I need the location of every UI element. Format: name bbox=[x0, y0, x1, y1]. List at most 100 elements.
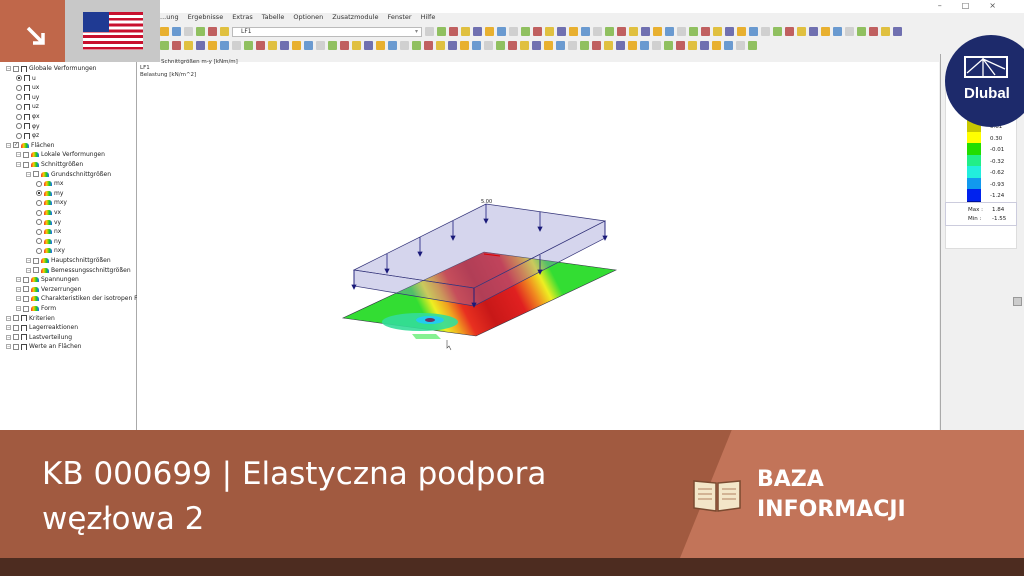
toolbar-button[interactable] bbox=[461, 27, 470, 36]
tree-item[interactable]: − Lagerreaktionen bbox=[6, 323, 78, 332]
toolbar-button[interactable] bbox=[533, 27, 542, 36]
toolbar-button[interactable] bbox=[436, 41, 445, 50]
toolbar-button[interactable] bbox=[545, 27, 554, 36]
toolbar-button[interactable] bbox=[376, 41, 385, 50]
toolbar-button[interactable] bbox=[640, 41, 649, 50]
toolbar-button[interactable] bbox=[509, 27, 518, 36]
toolbar-button[interactable] bbox=[677, 27, 686, 36]
toolbar-button[interactable] bbox=[364, 41, 373, 50]
toolbar-button[interactable] bbox=[689, 27, 698, 36]
toolbar-button[interactable] bbox=[749, 27, 758, 36]
tree-item[interactable]: vx bbox=[36, 208, 61, 217]
zoom-icon[interactable] bbox=[1013, 297, 1022, 306]
checkbox[interactable]: ✓ bbox=[13, 142, 19, 149]
tree-item[interactable]: − Bemessungsschnittgrößen bbox=[26, 266, 131, 275]
toolbar-button[interactable] bbox=[724, 41, 733, 50]
expand-icon[interactable]: − bbox=[16, 286, 21, 292]
toolbar-button[interactable] bbox=[604, 41, 613, 50]
expand-icon[interactable]: − bbox=[6, 344, 11, 350]
checkbox[interactable] bbox=[13, 334, 19, 341]
expand-icon[interactable]: − bbox=[26, 171, 31, 177]
toolbar-button[interactable] bbox=[160, 41, 169, 50]
toolbar-button[interactable] bbox=[580, 41, 589, 50]
checkbox[interactable] bbox=[23, 151, 29, 158]
toolbar-button[interactable] bbox=[280, 41, 289, 50]
toolbar-button[interactable] bbox=[208, 41, 217, 50]
toolbar-button[interactable] bbox=[184, 41, 193, 50]
tree-item[interactable]: vy bbox=[36, 218, 61, 227]
expand-icon[interactable]: − bbox=[16, 162, 21, 167]
expand-icon[interactable]: − bbox=[26, 267, 31, 273]
window-controls[interactable]: –□× bbox=[938, 1, 1016, 10]
toolbar-button[interactable] bbox=[593, 27, 602, 36]
toolbar-button[interactable] bbox=[521, 27, 530, 36]
tree-item[interactable]: − Form bbox=[16, 304, 56, 313]
checkbox[interactable] bbox=[13, 65, 19, 72]
expand-icon[interactable]: − bbox=[16, 306, 21, 311]
toolbar-button[interactable] bbox=[497, 27, 506, 36]
toolbar-button[interactable] bbox=[833, 27, 842, 36]
toolbar-button[interactable] bbox=[785, 27, 794, 36]
toolbar-button[interactable] bbox=[761, 27, 770, 36]
toolbar-button[interactable] bbox=[652, 41, 661, 50]
toolbar-button[interactable] bbox=[688, 41, 697, 50]
toolbar-button[interactable] bbox=[664, 41, 673, 50]
toolbar-button[interactable] bbox=[581, 27, 590, 36]
checkbox[interactable] bbox=[33, 257, 39, 264]
toolbar-button[interactable] bbox=[304, 41, 313, 50]
toolbar-button[interactable] bbox=[544, 41, 553, 50]
checkbox[interactable] bbox=[23, 161, 29, 168]
radio-button[interactable] bbox=[16, 75, 22, 82]
toolbar-button[interactable] bbox=[172, 27, 181, 36]
checkbox[interactable] bbox=[33, 267, 39, 274]
toolbar-button[interactable] bbox=[773, 27, 782, 36]
radio-button[interactable] bbox=[36, 209, 42, 216]
toolbar-button[interactable] bbox=[701, 27, 710, 36]
toolbar-button[interactable] bbox=[184, 27, 193, 36]
toolbar-button[interactable] bbox=[857, 27, 866, 36]
expand-icon[interactable]: − bbox=[16, 277, 21, 283]
toolbar-button[interactable] bbox=[388, 41, 397, 50]
loadcase-select[interactable]: LF1 ▾ bbox=[232, 26, 422, 37]
tree-item[interactable]: ny bbox=[36, 237, 61, 246]
radio-button[interactable] bbox=[36, 219, 42, 226]
tree-item[interactable]: − Schnittgrößen bbox=[16, 160, 83, 169]
toolbar-button[interactable] bbox=[556, 41, 565, 50]
tree-item[interactable]: nxy bbox=[36, 246, 65, 255]
toolbar-button[interactable] bbox=[725, 27, 734, 36]
toolbar-button[interactable] bbox=[592, 41, 601, 50]
toolbar-button[interactable] bbox=[508, 41, 517, 50]
toolbar-button[interactable] bbox=[712, 41, 721, 50]
toolbar-button[interactable] bbox=[557, 27, 566, 36]
radio-button[interactable] bbox=[16, 103, 22, 110]
toolbar-button[interactable] bbox=[893, 27, 902, 36]
toolbar-button[interactable] bbox=[737, 27, 746, 36]
tree-item[interactable]: − Lastverteilung bbox=[6, 333, 72, 342]
expand-icon[interactable]: − bbox=[16, 296, 21, 302]
radio-button[interactable] bbox=[16, 113, 22, 120]
language-flag[interactable] bbox=[65, 0, 160, 62]
menu-fenster[interactable]: Fenster bbox=[387, 13, 411, 24]
tree-item[interactable]: mx bbox=[36, 179, 63, 188]
toolbar-button[interactable] bbox=[821, 27, 830, 36]
checkbox[interactable] bbox=[23, 295, 29, 302]
toolbar-button[interactable] bbox=[340, 41, 349, 50]
toolbar-button[interactable] bbox=[220, 27, 229, 36]
tree-item[interactable]: − Globale Verformungen bbox=[6, 64, 96, 73]
toolbar-button[interactable] bbox=[568, 41, 577, 50]
checkbox[interactable] bbox=[23, 286, 29, 293]
toolbar-button[interactable] bbox=[869, 27, 878, 36]
toolbar-button[interactable] bbox=[208, 27, 217, 36]
tree-item[interactable]: − Grundschnittgrößen bbox=[26, 170, 111, 179]
menu-tabelle[interactable]: Tabelle bbox=[262, 13, 285, 24]
radio-button[interactable] bbox=[36, 238, 42, 245]
3d-viewport[interactable]: Schnittgrößen m-y [kNm/m] LF1 Belastung … bbox=[137, 59, 939, 430]
toolbar-button[interactable] bbox=[617, 27, 626, 36]
tree-item[interactable]: − Werte an Flächen bbox=[6, 342, 81, 351]
toolbar-button[interactable] bbox=[244, 41, 253, 50]
radio-button[interactable] bbox=[16, 94, 22, 101]
radio-button[interactable] bbox=[16, 123, 22, 130]
tree-item[interactable]: φx bbox=[16, 112, 40, 121]
toolbar-button[interactable] bbox=[532, 41, 541, 50]
toolbar-button[interactable] bbox=[713, 27, 722, 36]
